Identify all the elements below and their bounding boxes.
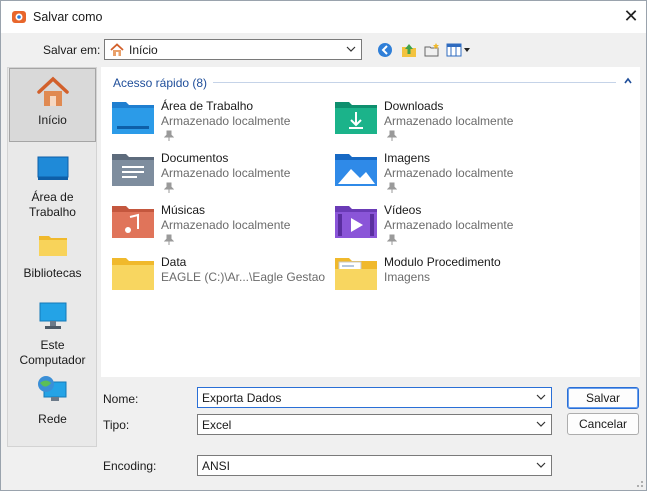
place-home[interactable]: Início (9, 68, 96, 142)
item-name: Downloads (384, 99, 444, 113)
place-computer[interactable]: Este Computador (9, 300, 96, 367)
save-button[interactable]: Salvar (567, 387, 639, 409)
location-value: Início (129, 42, 158, 57)
music-folder-icon (112, 206, 154, 238)
item-name: Área de Trabalho (161, 99, 254, 113)
pin-icon (164, 130, 174, 141)
close-icon: ✕ (623, 5, 639, 26)
list-item[interactable]: Vídeos Armazenado localmente (334, 201, 554, 251)
back-icon (378, 43, 392, 57)
place-label: Este Computador (19, 338, 86, 367)
save-as-dialog: Salvar como ✕ Salvar em: Início Início Á… (0, 0, 647, 491)
group-divider (213, 82, 616, 83)
location-select[interactable]: Início (104, 39, 362, 60)
pin-icon (164, 234, 174, 245)
pin-icon (164, 182, 174, 193)
folder-icon (112, 258, 154, 290)
item-location: Armazenado localmente (161, 114, 291, 128)
chevron-down-icon (346, 46, 356, 52)
file-type-select[interactable]: Excel (197, 414, 552, 435)
pin-icon (387, 130, 397, 141)
file-name-value: Exporta Dados (202, 390, 282, 405)
type-label: Tipo: (103, 418, 130, 432)
cancel-button[interactable]: Cancelar (567, 413, 639, 435)
up-folder-button[interactable] (399, 40, 419, 60)
list-item[interactable]: Área de Trabalho Armazenado localmente (111, 97, 331, 147)
home-icon (36, 76, 69, 106)
item-location: Imagens (384, 270, 431, 284)
downloads-folder-icon (335, 102, 377, 134)
encoding-value: ANSI (202, 458, 231, 473)
encoding-label: Encoding: (103, 459, 157, 473)
location-label: Salvar em: (43, 43, 101, 57)
chevron-down-icon (536, 462, 546, 468)
home-small-icon (110, 42, 124, 56)
desktop-icon (37, 156, 68, 180)
item-name: Vídeos (384, 203, 422, 217)
view-menu-button[interactable] (446, 40, 472, 60)
item-location: Armazenado localmente (384, 166, 514, 180)
new-folder-icon (424, 43, 439, 57)
file-type-value: Excel (202, 417, 232, 432)
pictures-folder-icon (335, 154, 377, 186)
view-menu-icon (446, 43, 470, 57)
item-name: Data (161, 255, 187, 269)
libraries-icon (38, 236, 67, 256)
app-icon (12, 11, 26, 23)
close-button[interactable]: ✕ (616, 1, 646, 31)
videos-folder-icon (335, 206, 377, 238)
title-bar: Salvar como ✕ (1, 1, 646, 33)
chevron-up-icon[interactable] (623, 76, 633, 86)
chevron-down-icon (536, 421, 546, 427)
item-name: Modulo Procedimento (384, 255, 501, 269)
item-name: Imagens (384, 151, 431, 165)
list-item[interactable]: Músicas Armazenado localmente (111, 201, 331, 251)
up-folder-icon (402, 44, 416, 57)
group-title: Acesso rápido (8) (113, 76, 208, 90)
file-name-input[interactable]: Exporta Dados (197, 387, 552, 408)
documents-folder-icon (112, 154, 154, 186)
pin-icon (387, 234, 397, 245)
resize-grip-icon[interactable] (634, 478, 644, 488)
list-item[interactable]: Downloads Armazenado localmente (334, 97, 554, 147)
list-item[interactable]: Modulo Procedimento Imagens (334, 253, 554, 303)
item-name: Músicas (161, 203, 206, 217)
list-item[interactable]: Documentos Armazenado localmente (111, 149, 331, 199)
places-bar: Início Área de Trabalho Bibliotecas Este… (7, 67, 97, 447)
item-location: Armazenado localmente (161, 166, 291, 180)
place-label: Rede (38, 412, 67, 426)
name-label: Nome: (103, 392, 139, 406)
network-icon (37, 376, 66, 401)
pin-icon (387, 182, 397, 193)
list-item[interactable]: Imagens Armazenado localmente (334, 149, 554, 199)
chevron-down-icon[interactable] (535, 391, 547, 403)
back-button[interactable] (375, 40, 395, 60)
desktop-folder-icon (112, 102, 154, 134)
place-libraries[interactable]: Bibliotecas (9, 228, 96, 280)
computer-icon (39, 302, 66, 329)
folder-icon (335, 258, 377, 290)
place-network[interactable]: Rede (9, 374, 96, 426)
item-location: Armazenado localmente (161, 218, 291, 232)
item-location: Armazenado localmente (384, 114, 514, 128)
item-name: Documentos (161, 151, 229, 165)
item-location: EAGLE (C:)\Ar...\Eagle Gestao (161, 270, 326, 284)
list-item[interactable]: Data EAGLE (C:)\Ar...\Eagle Gestao (111, 253, 331, 303)
place-label: Bibliotecas (23, 266, 82, 280)
place-label: Início (38, 113, 67, 127)
window-title: Salvar como (33, 10, 103, 24)
item-location: Armazenado localmente (384, 218, 514, 232)
place-label: Área de Trabalho (29, 190, 76, 219)
new-folder-button[interactable] (422, 40, 442, 60)
file-list[interactable]: Acesso rápido (8) Área de Trabalho Armaz… (101, 67, 640, 377)
encoding-select[interactable]: ANSI (197, 455, 552, 476)
place-desktop[interactable]: Área de Trabalho (9, 152, 96, 219)
